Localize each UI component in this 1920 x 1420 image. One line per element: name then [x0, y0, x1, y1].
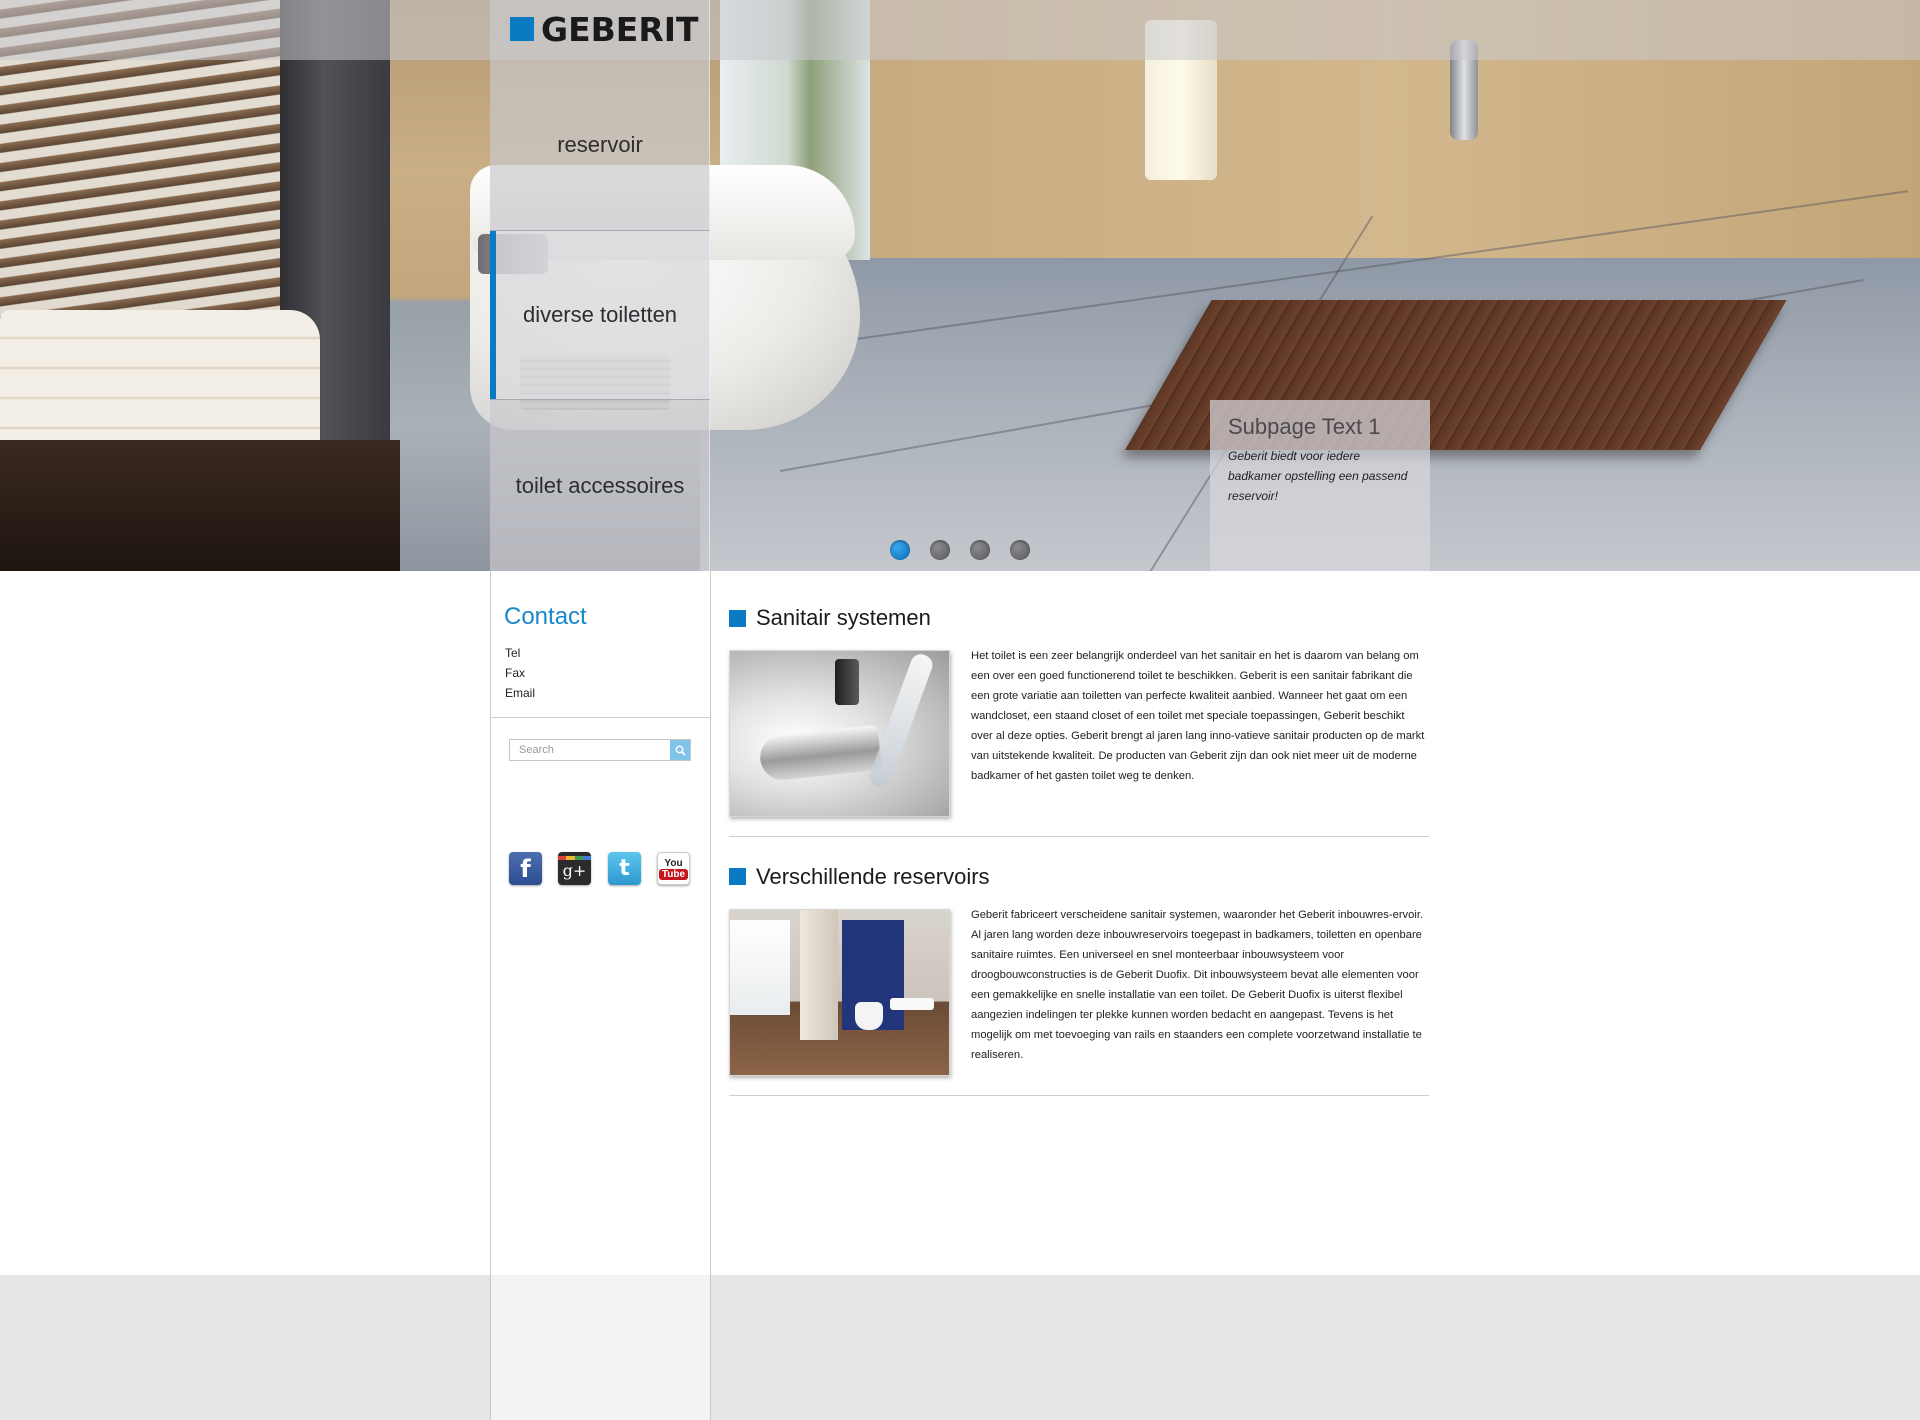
nav-item-reservoir[interactable]: reservoir [490, 60, 710, 230]
faucet-shape [757, 724, 883, 783]
google-plus-icon[interactable]: g+ [558, 852, 591, 885]
hero-cabinet [0, 440, 400, 571]
slider-dot-2[interactable] [930, 540, 950, 560]
google-plus-glyph: g+ [562, 861, 587, 880]
hero-banner [0, 0, 1920, 571]
bathroom-door-frame [800, 910, 838, 1040]
article-bullet-icon [729, 868, 746, 885]
footer-band [0, 1275, 1920, 1420]
water-stream [866, 651, 936, 791]
slider-dot-1[interactable] [890, 540, 910, 560]
search-icon [675, 745, 686, 756]
slide-caption-title: Subpage Text 1 [1228, 414, 1381, 439]
article-divider [729, 836, 1429, 837]
bathroom-window [730, 920, 790, 1015]
bathroom-toilet [855, 1002, 883, 1030]
hero-topbar [0, 0, 1920, 60]
search-button[interactable] [670, 740, 690, 760]
youtube-tube: Tube [658, 868, 689, 880]
article-bullet-icon [729, 610, 746, 627]
facebook-icon[interactable]: f [509, 852, 542, 885]
logo[interactable]: GEBERIT [490, 0, 710, 58]
sidebar-divider [491, 717, 710, 718]
slider-dot-3[interactable] [970, 540, 990, 560]
faucet-top [835, 659, 859, 705]
slide-caption: Subpage Text 1 Geberit biedt voor iedere… [1210, 400, 1430, 571]
facebook-glyph: f [520, 854, 531, 883]
article-title: Sanitair systemen [756, 605, 931, 630]
search-box [509, 739, 691, 761]
slider-dot-4[interactable] [1010, 540, 1030, 560]
article-body: Het toilet is een zeer belangrijk onderd… [971, 650, 1425, 782]
article-body: Geberit fabriceert verscheidene sanitair… [971, 909, 1424, 1061]
logo-square-icon [510, 17, 534, 41]
youtube-you: You [664, 857, 683, 869]
twitter-glyph: t [619, 856, 630, 881]
google-plus-color-bar [558, 856, 591, 860]
nav-item-label: toilet accessoires [515, 473, 685, 498]
contact-title: Contact [504, 603, 587, 630]
slide-caption-text: Geberit biedt voor iedere badkamer opste… [1228, 449, 1408, 503]
nav-item-label: reservoir [557, 132, 643, 157]
nav-item-label: diverse toiletten [522, 302, 678, 327]
article-divider [729, 1095, 1429, 1096]
contact-fax: Fax [505, 666, 526, 680]
youtube-icon[interactable]: You Tube [657, 852, 690, 885]
article-image-faucet [729, 650, 950, 817]
article-image-bathroom [729, 909, 950, 1076]
bathroom-basin [890, 998, 934, 1010]
hero-towels [0, 310, 320, 450]
search-input[interactable] [510, 740, 670, 760]
contact-email[interactable]: Email [505, 686, 535, 700]
article-title: Verschillende reservoirs [756, 864, 990, 889]
twitter-icon[interactable]: t [608, 852, 641, 885]
contact-tel: Tel [505, 646, 521, 660]
slider-pagination [890, 540, 1030, 560]
logo-text: GEBERIT [541, 9, 699, 49]
sidebar-footer [490, 1275, 711, 1420]
nav-item-diverse-toiletten[interactable]: diverse toiletten [490, 230, 710, 400]
nav-item-toilet-accessoires[interactable]: toilet accessoires [490, 401, 710, 571]
